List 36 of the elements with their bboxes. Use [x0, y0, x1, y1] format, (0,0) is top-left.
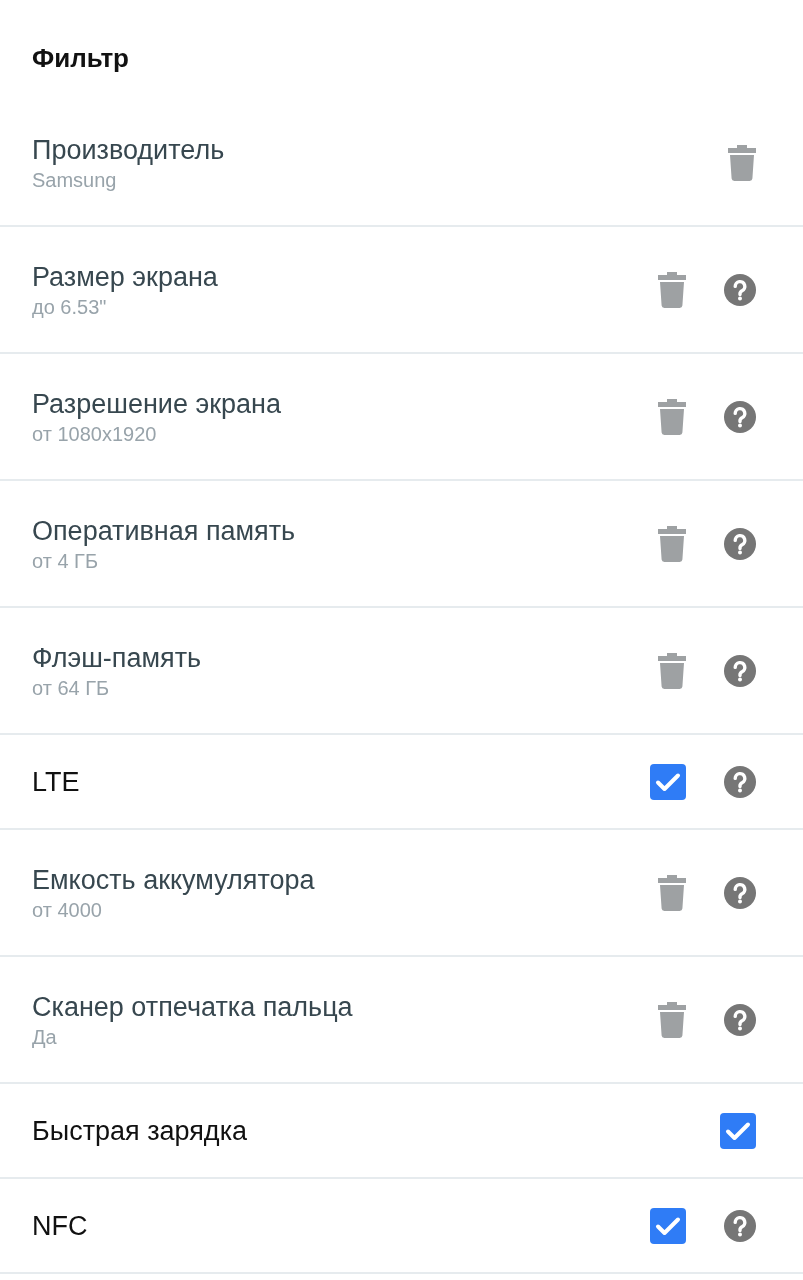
help-icon[interactable] — [724, 654, 756, 687]
checkbox[interactable] — [650, 1207, 686, 1244]
filter-value: от 4000 — [32, 897, 102, 922]
filter-value: Да — [32, 1024, 57, 1049]
trash-icon[interactable] — [658, 271, 686, 308]
checkbox[interactable] — [720, 1112, 756, 1149]
trash-icon[interactable] — [658, 1001, 686, 1038]
filter-label[interactable]: Сканер отпечатка пальца — [32, 990, 353, 1023]
trash-icon[interactable] — [658, 652, 686, 689]
filter-label[interactable]: Оперативная память — [32, 514, 296, 547]
filter-label[interactable]: NFC — [32, 1209, 88, 1242]
filter-value: Samsung — [32, 167, 117, 192]
filter-label[interactable]: Быстрая зарядка — [32, 1114, 248, 1147]
filter-label[interactable]: Размер экрана — [32, 260, 218, 293]
help-icon[interactable] — [724, 765, 756, 798]
trash-icon[interactable] — [658, 525, 686, 562]
trash-icon[interactable] — [658, 398, 686, 435]
filter-value: от 1080x1920 — [32, 421, 157, 446]
help-icon[interactable] — [724, 1209, 756, 1242]
trash-icon[interactable] — [658, 874, 686, 911]
filter-label[interactable]: LTE — [32, 765, 80, 798]
filter-label[interactable]: Производитель — [32, 133, 225, 166]
filter-value: от 4 ГБ — [32, 548, 99, 573]
help-icon[interactable] — [724, 273, 756, 306]
screen-title: Фильтр — [32, 42, 129, 74]
checkbox[interactable] — [650, 763, 686, 800]
help-icon[interactable] — [724, 527, 756, 560]
help-icon[interactable] — [724, 1003, 756, 1036]
filter-label[interactable]: Емкость аккумулятора — [32, 863, 315, 896]
help-icon[interactable] — [724, 876, 756, 909]
filter-value: до 6.53" — [32, 294, 107, 319]
help-icon[interactable] — [724, 400, 756, 433]
filter-label[interactable]: Флэш-память — [32, 641, 202, 674]
filter-value: от 64 ГБ — [32, 675, 110, 700]
trash-icon[interactable] — [728, 144, 756, 181]
filter-label[interactable]: Разрешение экрана — [32, 387, 281, 420]
